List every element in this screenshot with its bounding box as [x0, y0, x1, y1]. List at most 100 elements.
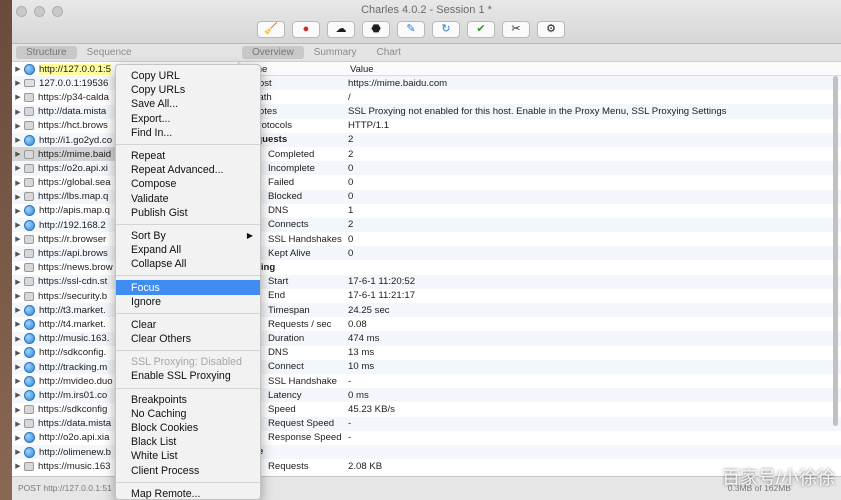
- menu-item-compose[interactable]: Compose: [116, 177, 260, 191]
- overview-row[interactable]: Size: [240, 444, 841, 460]
- disclosure-triangle-icon[interactable]: ▶: [12, 391, 24, 399]
- host-label: http://data.mista: [38, 106, 107, 118]
- tab-overview[interactable]: Overview: [242, 46, 304, 59]
- menu-item-repeat-advanced[interactable]: Repeat Advanced...: [116, 163, 260, 177]
- disclosure-triangle-icon[interactable]: ▶: [12, 420, 24, 428]
- overview-row[interactable]: Incomplete 0: [240, 161, 841, 176]
- disclosure-triangle-icon[interactable]: ▶: [12, 278, 24, 286]
- disclosure-triangle-icon[interactable]: ▶: [12, 306, 24, 314]
- disclosure-triangle-icon[interactable]: ▶: [12, 250, 24, 258]
- overview-row[interactable]: Requests / sec 0.08: [240, 317, 841, 331]
- overview-row[interactable]: Path /: [240, 90, 841, 104]
- tools-button[interactable]: ✂: [502, 21, 530, 38]
- disclosure-triangle-icon[interactable]: ▶: [12, 235, 24, 243]
- disclosure-triangle-icon[interactable]: ▶: [12, 164, 24, 172]
- tab-summary[interactable]: Summary: [304, 46, 367, 59]
- menu-item-white-list[interactable]: White List: [116, 449, 260, 463]
- overview-row[interactable]: Request Speed -: [240, 416, 841, 431]
- overview-row[interactable]: SSL Handshake -: [240, 374, 841, 388]
- overview-row[interactable]: DNS 13 ms: [240, 346, 841, 360]
- disclosure-triangle-icon[interactable]: ▶: [12, 179, 24, 187]
- disclosure-triangle-icon[interactable]: ▶: [12, 406, 24, 414]
- overview-row[interactable]: Latency 0 ms: [240, 388, 841, 403]
- menu-item-focus[interactable]: Focus: [116, 280, 260, 295]
- disclosure-triangle-icon[interactable]: ▶: [12, 377, 24, 385]
- menu-item-map-remote[interactable]: Map Remote...: [116, 487, 260, 499]
- menu-item-breakpoints[interactable]: Breakpoints: [116, 393, 260, 407]
- overview-row[interactable]: Connects 2: [240, 217, 841, 233]
- tab-structure[interactable]: Structure: [16, 46, 77, 59]
- overview-row[interactable]: Blocked 0: [240, 189, 841, 204]
- settings-gear-button[interactable]: ⚙: [537, 21, 565, 38]
- disclosure-triangle-icon[interactable]: ▶: [12, 122, 24, 130]
- menu-item-clear[interactable]: Clear: [116, 318, 260, 332]
- disclosure-triangle-icon[interactable]: ▶: [12, 434, 24, 442]
- disclosure-triangle-icon[interactable]: ▶: [12, 65, 24, 73]
- overview-row[interactable]: Start 17-6-1 11:20:52: [240, 274, 841, 289]
- disclosure-triangle-icon[interactable]: ▶: [12, 221, 24, 229]
- overview-row[interactable]: Speed 45.23 KB/s: [240, 402, 841, 416]
- overview-row[interactable]: Host https://mime.baidu.com: [240, 76, 841, 91]
- menu-item-validate[interactable]: Validate: [116, 192, 260, 206]
- overview-scrollbar[interactable]: [833, 76, 838, 426]
- disclosure-triangle-icon[interactable]: ▶: [12, 363, 24, 371]
- menu-item-export[interactable]: Export...: [116, 112, 260, 126]
- disclosure-triangle-icon[interactable]: ▶: [12, 150, 24, 158]
- compose-pen-button[interactable]: ✎: [397, 21, 425, 38]
- validate-check-button[interactable]: ✔: [467, 21, 495, 38]
- host-label: http://127.0.0.1:5: [39, 63, 112, 75]
- menu-item-save-all[interactable]: Save All...: [116, 97, 260, 111]
- breakpoint-button[interactable]: ⬣: [362, 21, 390, 38]
- record-button[interactable]: ●: [292, 21, 320, 38]
- overview-row[interactable]: SSL Handshakes 0: [240, 232, 841, 246]
- disclosure-triangle-icon[interactable]: ▶: [12, 448, 24, 456]
- overview-row[interactable]: Protocols HTTP/1.1: [240, 119, 841, 133]
- disclosure-triangle-icon[interactable]: ▶: [12, 193, 24, 201]
- menu-item-client-process[interactable]: Client Process: [116, 464, 260, 478]
- menu-item-copy-urls[interactable]: Copy URLs: [116, 83, 260, 97]
- repeat-button[interactable]: ↻: [432, 21, 460, 38]
- disclosure-triangle-icon[interactable]: ▶: [12, 335, 24, 343]
- menu-item-block-cookies[interactable]: Block Cookies: [116, 421, 260, 435]
- globe-icon: [24, 432, 35, 444]
- disclosure-triangle-icon[interactable]: ▶: [12, 108, 24, 116]
- disclosure-triangle-icon[interactable]: ▶: [12, 320, 24, 328]
- overview-row[interactable]: Timespan 24.25 sec: [240, 303, 841, 318]
- disclosure-triangle-icon[interactable]: ▶: [12, 136, 24, 144]
- broom-button[interactable]: 🧹: [257, 21, 285, 38]
- menu-item-repeat[interactable]: Repeat: [116, 149, 260, 163]
- overview-row[interactable]: Kept Alive 0: [240, 246, 841, 261]
- overview-row[interactable]: Requests 2: [240, 132, 841, 147]
- tab-sequence[interactable]: Sequence: [77, 46, 142, 59]
- overview-row[interactable]: Response Speed -: [240, 431, 841, 445]
- overview-row[interactable]: Notes SSL Proxying not enabled for this h…: [240, 104, 841, 119]
- overview-row[interactable]: Failed 0: [240, 175, 841, 189]
- menu-item-find-in[interactable]: Find In...: [116, 126, 260, 140]
- overview-row[interactable]: Completed 2: [240, 147, 841, 161]
- overview-row[interactable]: DNS 1: [240, 204, 841, 218]
- disclosure-triangle-icon[interactable]: ▶: [12, 79, 24, 87]
- menu-item-black-list[interactable]: Black List: [116, 435, 260, 449]
- value-column-header[interactable]: Value: [348, 62, 374, 75]
- menu-item-enable-ssl-proxying[interactable]: Enable SSL Proxying: [116, 369, 260, 383]
- menu-item-ignore[interactable]: Ignore: [116, 295, 260, 309]
- disclosure-triangle-icon[interactable]: ▶: [12, 93, 24, 101]
- tab-chart[interactable]: Chart: [366, 46, 410, 59]
- overview-row[interactable]: Timing: [240, 260, 841, 274]
- throttle-button[interactable]: ☁: [327, 21, 355, 38]
- menu-item-no-caching[interactable]: No Caching: [116, 407, 260, 421]
- menu-item-publish-gist[interactable]: Publish Gist: [116, 206, 260, 220]
- disclosure-triangle-icon[interactable]: ▶: [12, 349, 24, 357]
- overview-row[interactable]: End 17-6-1 11:21:17: [240, 289, 841, 303]
- disclosure-triangle-icon[interactable]: ▶: [12, 264, 24, 272]
- menu-item-collapse-all[interactable]: Collapse All: [116, 257, 260, 271]
- menu-item-copy-url[interactable]: Copy URL: [116, 69, 260, 83]
- menu-item-expand-all[interactable]: Expand All: [116, 243, 260, 257]
- disclosure-triangle-icon[interactable]: ▶: [12, 462, 24, 470]
- menu-item-sort-by[interactable]: Sort By ▶: [116, 229, 260, 243]
- menu-item-clear-others[interactable]: Clear Others: [116, 332, 260, 346]
- overview-row[interactable]: Duration 474 ms: [240, 331, 841, 346]
- disclosure-triangle-icon[interactable]: ▶: [12, 207, 24, 215]
- overview-row[interactable]: Connect 10 ms: [240, 359, 841, 374]
- disclosure-triangle-icon[interactable]: ▶: [12, 292, 24, 300]
